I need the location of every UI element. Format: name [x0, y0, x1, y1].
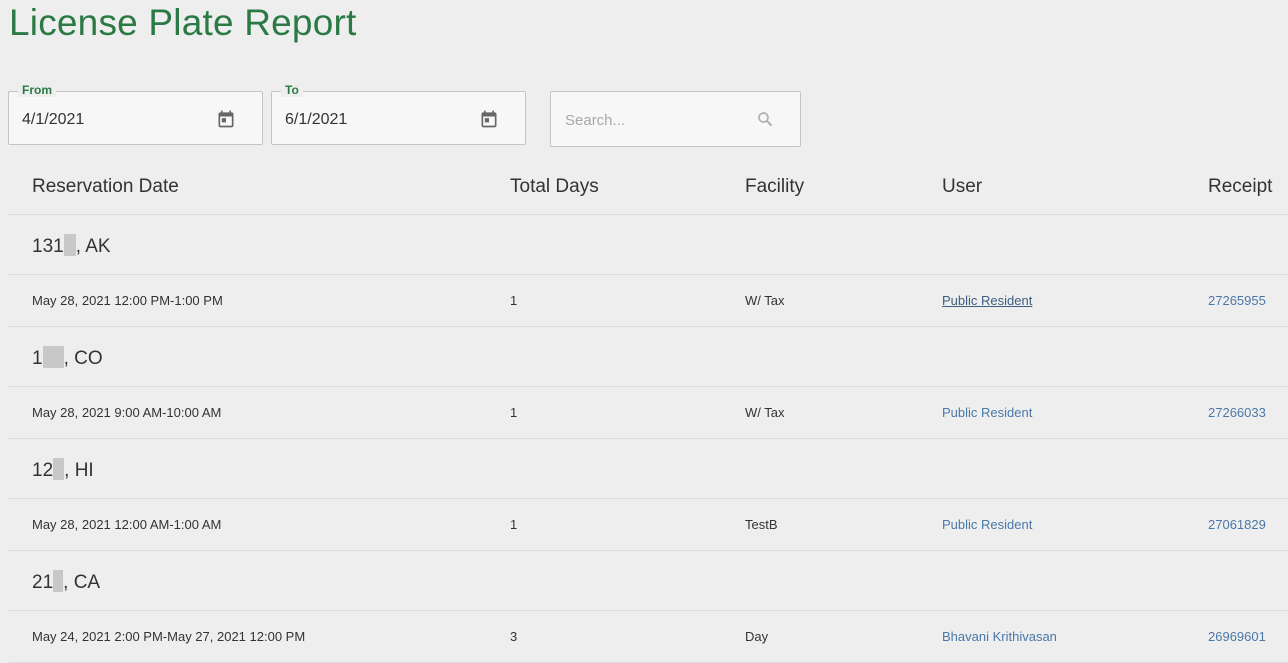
facility-cell: TestB — [745, 517, 778, 532]
total-days-cell: 1 — [510, 517, 518, 532]
receipt-link[interactable]: 27265955 — [1208, 293, 1266, 308]
column-header-user[interactable]: User — [942, 176, 982, 198]
column-header-total-days[interactable]: Total Days — [510, 176, 599, 198]
reservation-date-cell: May 24, 2021 2:00 PM-May 27, 2021 12:00 … — [32, 629, 306, 644]
receipt-link[interactable]: 27061829 — [1208, 517, 1266, 532]
search-icon[interactable] — [756, 110, 774, 128]
total-days-cell: 3 — [510, 629, 518, 644]
total-days-cell: 1 — [510, 293, 518, 308]
plate-prefix: 131 — [32, 236, 64, 257]
facility-cell: W/ Tax — [745, 405, 785, 420]
facility-cell: W/ Tax — [745, 293, 785, 308]
plate-suffix: , CO — [63, 348, 103, 369]
search-input[interactable] — [563, 106, 747, 134]
to-date-value[interactable]: 6/1/2021 — [285, 111, 347, 129]
total-days-cell: 1 — [510, 405, 518, 420]
plate-suffix: , CA — [63, 572, 101, 593]
column-header-facility[interactable]: Facility — [745, 176, 804, 198]
table-row: May 28, 2021 12:00 PM-1:00 PM 1 W/ Tax P… — [9, 275, 1288, 327]
plate-label: 21 , CA — [32, 570, 100, 594]
plate-label: 1 , CO — [32, 346, 103, 370]
license-plate-table: Reservation Date Total Days Facility Use… — [9, 160, 1288, 663]
from-date-value[interactable]: 4/1/2021 — [22, 111, 84, 129]
plate-prefix: 1 — [32, 348, 43, 369]
user-link[interactable]: Public Resident — [942, 517, 1032, 532]
page-title: License Plate Report — [9, 2, 357, 43]
table-row: May 24, 2021 2:00 PM-May 27, 2021 12:00 … — [9, 611, 1288, 663]
table-header: Reservation Date Total Days Facility Use… — [9, 160, 1288, 215]
user-link[interactable]: Public Resident — [942, 405, 1032, 420]
from-date-label: From — [18, 83, 56, 97]
plate-prefix: 21 — [32, 572, 54, 593]
facility-cell: Day — [745, 629, 769, 644]
receipt-link[interactable]: 26969601 — [1208, 629, 1266, 644]
plate-label: 131 , AK — [32, 234, 111, 258]
plate-suffix: , AK — [75, 236, 111, 257]
reservation-date-cell: May 28, 2021 12:00 AM-1:00 AM — [32, 517, 222, 532]
redacted-block — [42, 346, 64, 368]
calendar-icon[interactable] — [216, 109, 236, 129]
user-link[interactable]: Public Resident — [942, 293, 1032, 308]
plate-group-header: 131 , AK — [9, 215, 1288, 275]
redacted-block — [53, 458, 65, 480]
plate-group-header: 12 , HI — [9, 439, 1288, 499]
reservation-date-cell: May 28, 2021 9:00 AM-10:00 AM — [32, 405, 222, 420]
to-date-field[interactable]: To 6/1/2021 — [271, 83, 526, 145]
plate-group-header: 21 , CA — [9, 551, 1288, 611]
calendar-icon[interactable] — [479, 109, 499, 129]
table-row: May 28, 2021 12:00 AM-1:00 AM 1 TestB Pu… — [9, 499, 1288, 551]
column-header-receipt[interactable]: Receipt — [1208, 176, 1272, 198]
search-box[interactable] — [550, 91, 801, 147]
user-link[interactable]: Bhavani Krithivasan — [942, 629, 1057, 644]
reservation-date-cell: May 28, 2021 12:00 PM-1:00 PM — [32, 293, 223, 308]
column-header-reservation-date[interactable]: Reservation Date — [32, 176, 179, 198]
from-date-field[interactable]: From 4/1/2021 — [8, 83, 263, 145]
to-date-label: To — [281, 83, 303, 97]
plate-prefix: 12 — [32, 460, 54, 481]
table-row: May 28, 2021 9:00 AM-10:00 AM 1 W/ Tax P… — [9, 387, 1288, 439]
plate-group-header: 1 , CO — [9, 327, 1288, 387]
redacted-block — [53, 570, 64, 592]
plate-suffix: , HI — [64, 460, 94, 481]
redacted-block — [63, 234, 76, 256]
receipt-link[interactable]: 27266033 — [1208, 405, 1266, 420]
plate-label: 12 , HI — [32, 458, 94, 482]
